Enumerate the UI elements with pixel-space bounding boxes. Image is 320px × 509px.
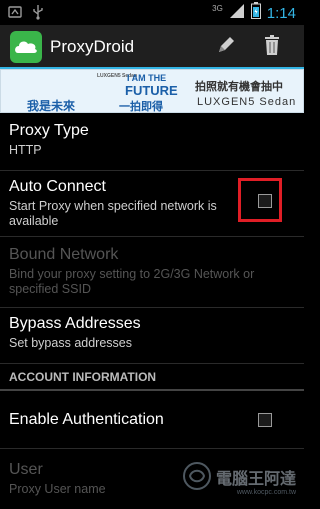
ad-banner[interactable]: LUXGEN5 Sedan I AM THE FUTURE 我是未來 一拍即得 …	[0, 69, 304, 113]
notification-icon	[8, 5, 22, 24]
banner-zh-left: 我是未來	[27, 99, 76, 113]
highlight-annotation	[238, 178, 282, 222]
app-logo-icon[interactable]	[10, 31, 42, 63]
battery-icon	[250, 2, 261, 24]
banner-zh-right: 一拍即得	[119, 101, 163, 113]
pencil-icon	[215, 34, 237, 61]
clock: 1:14	[266, 4, 296, 22]
banner-model: LUXGEN5 Sedan	[197, 96, 297, 108]
banner-line1: I AM THE	[127, 73, 167, 83]
usb-icon	[32, 4, 44, 25]
section-header-account: ACCOUNT INFORMATION	[0, 364, 304, 391]
watermark: 電腦王阿達 www.kocpc.com.tw	[182, 461, 296, 496]
status-bar: 3G 1:14	[0, 0, 304, 25]
banner-line2: FUTURE	[125, 83, 178, 98]
edit-button[interactable]	[212, 33, 240, 61]
preference-list: Proxy Type HTTP Auto Connect Start Proxy…	[0, 113, 304, 509]
pref-title: Bound Network	[9, 246, 119, 263]
pref-summary: Start Proxy when specified network is av…	[9, 199, 217, 228]
app-title: ProxyDroid	[50, 37, 135, 56]
pref-summary: Set bypass addresses	[9, 336, 132, 350]
watermark-url: www.kocpc.com.tw	[236, 489, 296, 496]
enable-authentication-checkbox[interactable]	[258, 413, 272, 427]
pref-summary: HTTP	[9, 143, 42, 157]
pref-title: Bypass Addresses	[9, 315, 141, 332]
network-type: 3G	[212, 3, 223, 13]
pref-enable-authentication[interactable]: Enable Authentication	[0, 391, 304, 449]
action-bar: ProxyDroid	[0, 25, 304, 69]
banner-promo: 拍照就有機會抽中	[195, 81, 283, 93]
pref-bound-network: Bound Network Bind your proxy setting to…	[0, 237, 304, 308]
pref-title: Proxy Type	[9, 122, 89, 139]
watermark-text: 電腦王阿達	[215, 471, 296, 488]
pref-auto-connect[interactable]: Auto Connect Start Proxy when specified …	[0, 171, 304, 237]
pref-summary: Bind your proxy setting to 2G/3G Network…	[9, 267, 255, 296]
delete-button[interactable]	[258, 33, 286, 61]
watermark-logo-icon	[182, 461, 212, 496]
pref-bypass-addresses[interactable]: Bypass Addresses Set bypass addresses	[0, 308, 304, 364]
trash-icon	[262, 34, 282, 61]
pref-proxy-type[interactable]: Proxy Type HTTP	[0, 113, 304, 171]
signal-icon	[229, 3, 245, 24]
